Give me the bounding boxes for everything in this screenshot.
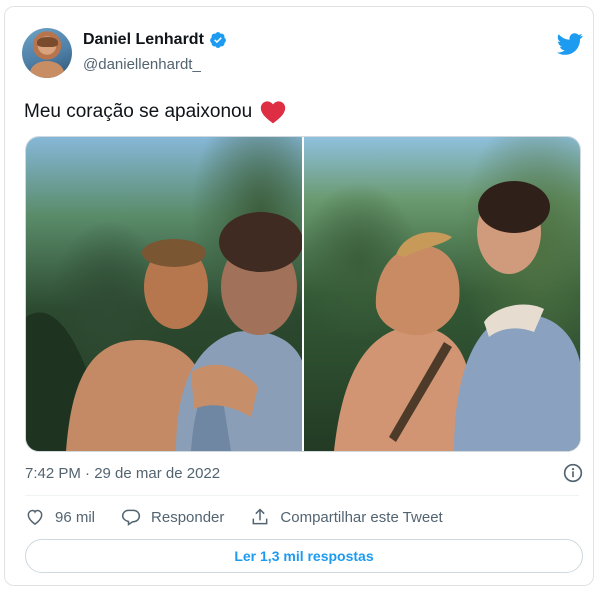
tweet-media[interactable]: [25, 136, 581, 452]
avatar[interactable]: [22, 28, 72, 78]
read-replies-button[interactable]: Ler 1,3 mil respostas: [25, 539, 583, 573]
tweet-timestamp[interactable]: 7:42 PM · 29 de mar de 2022: [25, 465, 220, 482]
reply-icon: [121, 509, 141, 526]
photo-left[interactable]: [26, 137, 302, 451]
author-handle[interactable]: @daniellenhardt_: [83, 56, 201, 73]
share-button[interactable]: Compartilhar este Tweet: [250, 507, 443, 527]
tweet-text-content: Meu coração se apaixonou: [24, 101, 253, 122]
reply-label: Responder: [151, 508, 225, 526]
photo-right[interactable]: [304, 137, 580, 451]
photo-left-illustration: [26, 212, 302, 451]
photo-right-illustration: [334, 181, 580, 451]
info-icon[interactable]: [563, 463, 583, 483]
heart-emoji-icon: [260, 101, 286, 124]
author-name-row[interactable]: Daniel Lenhardt: [83, 31, 227, 49]
like-count: 96 mil: [55, 508, 96, 526]
divider: [25, 495, 579, 496]
share-label: Compartilhar este Tweet: [280, 508, 443, 526]
action-bar: 96 mil Responder Compartilhar este Tweet: [25, 507, 469, 527]
like-button[interactable]: 96 mil: [25, 507, 95, 527]
tweet-text: Meu coração se apaixonou: [24, 100, 286, 124]
like-icon: [27, 509, 43, 525]
author-display-name[interactable]: Daniel Lenhardt: [83, 31, 204, 49]
twitter-bird-icon[interactable]: [557, 33, 583, 55]
share-icon: [252, 508, 268, 525]
reply-button[interactable]: Responder: [121, 507, 224, 527]
tweet-card: Daniel Lenhardt @daniellenhardt_ Meu cor…: [4, 6, 594, 586]
verified-badge-icon: [210, 32, 226, 48]
